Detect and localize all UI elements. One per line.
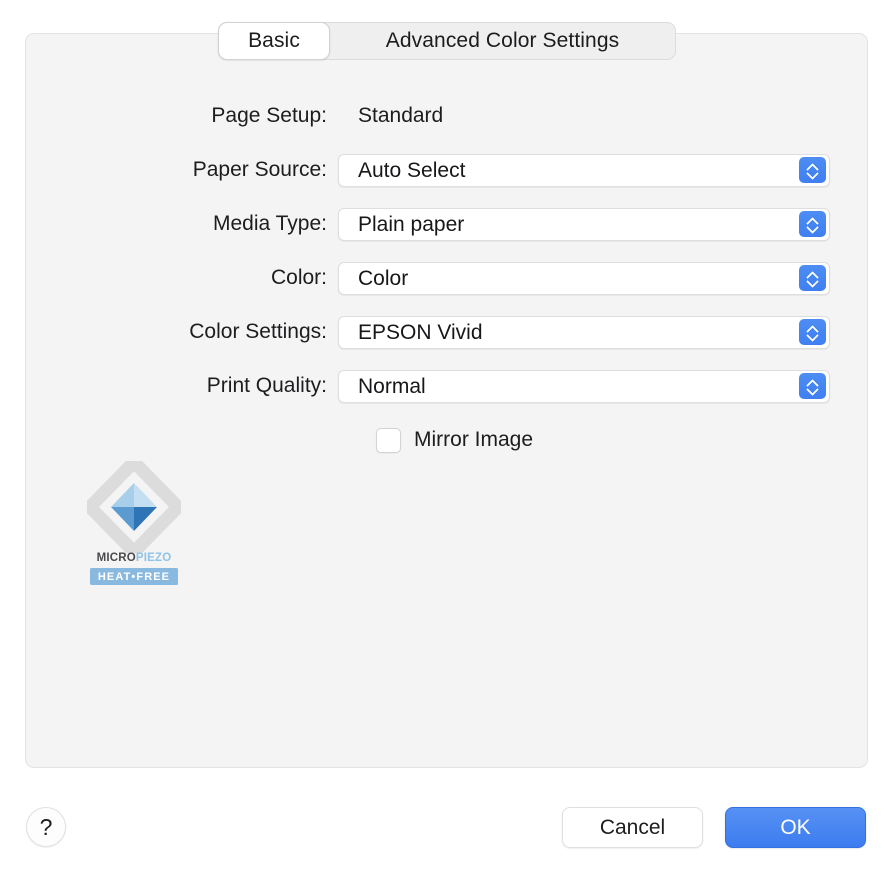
checkbox-mirror-image[interactable] — [376, 428, 401, 453]
ok-button-label: OK — [780, 816, 810, 840]
chevron-down-icon — [807, 171, 818, 177]
row-color-settings: Color Settings: EPSON Vivid — [26, 305, 867, 359]
value-page-setup: Standard — [338, 104, 443, 128]
chevron-down-icon — [807, 333, 818, 339]
stepper-up-down-icon[interactable] — [799, 211, 826, 237]
settings-form: Page Setup: Standard Paper Source: Auto … — [26, 89, 867, 467]
label-color: Color: — [26, 266, 338, 290]
cancel-button-label: Cancel — [600, 816, 665, 840]
row-mirror-image: Mirror Image — [26, 413, 867, 467]
stepper-up-down-icon[interactable] — [799, 157, 826, 183]
select-color-value: Color — [339, 268, 408, 289]
print-settings-panel: Page Setup: Standard Paper Source: Auto … — [25, 33, 868, 768]
cancel-button[interactable]: Cancel — [562, 807, 703, 848]
tab-basic-label: Basic — [248, 29, 300, 53]
stepper-up-down-icon[interactable] — [799, 319, 826, 345]
chevron-down-icon — [807, 279, 818, 285]
chevron-down-icon — [807, 225, 818, 231]
select-color-settings[interactable]: EPSON Vivid — [338, 316, 830, 349]
row-page-setup: Page Setup: Standard — [26, 89, 867, 143]
label-media-type: Media Type: — [26, 212, 338, 236]
label-print-quality: Print Quality: — [26, 374, 338, 398]
tab-advanced-color-settings[interactable]: Advanced Color Settings — [330, 23, 675, 59]
tab-bar: Basic Advanced Color Settings — [218, 22, 676, 60]
select-media-type-value: Plain paper — [339, 214, 464, 235]
select-paper-source[interactable]: Auto Select — [338, 154, 830, 187]
stepper-up-down-icon[interactable] — [799, 265, 826, 291]
select-color[interactable]: Color — [338, 262, 830, 295]
tab-basic[interactable]: Basic — [218, 22, 330, 60]
brand-micro: MICRO — [97, 552, 136, 564]
stepper-up-down-icon[interactable] — [799, 373, 826, 399]
label-mirror-image: Mirror Image — [414, 428, 533, 452]
select-print-quality[interactable]: Normal — [338, 370, 830, 403]
brand-piezo: PIEZO — [136, 552, 172, 564]
micro-piezo-diamond-icon — [87, 461, 181, 553]
select-media-type[interactable]: Plain paper — [338, 208, 830, 241]
select-print-quality-value: Normal — [339, 376, 426, 397]
row-color: Color: Color — [26, 251, 867, 305]
help-button[interactable]: ? — [26, 807, 66, 847]
row-paper-source: Paper Source: Auto Select — [26, 143, 867, 197]
heat-free-badge: HEAT•FREE — [90, 568, 178, 585]
select-color-settings-value: EPSON Vivid — [339, 322, 483, 343]
micro-piezo-logo: MICROPIEZO HEAT•FREE — [87, 461, 181, 582]
select-paper-source-value: Auto Select — [339, 160, 465, 181]
question-mark-icon: ? — [40, 814, 53, 841]
chevron-down-icon — [807, 387, 818, 393]
row-print-quality: Print Quality: Normal — [26, 359, 867, 413]
ok-button[interactable]: OK — [725, 807, 866, 848]
label-paper-source: Paper Source: — [26, 158, 338, 182]
micro-piezo-wordmark: MICROPIEZO — [87, 552, 181, 564]
label-color-settings: Color Settings: — [26, 320, 338, 344]
tab-advanced-color-settings-label: Advanced Color Settings — [386, 29, 619, 53]
row-media-type: Media Type: Plain paper — [26, 197, 867, 251]
label-page-setup: Page Setup: — [26, 104, 338, 128]
